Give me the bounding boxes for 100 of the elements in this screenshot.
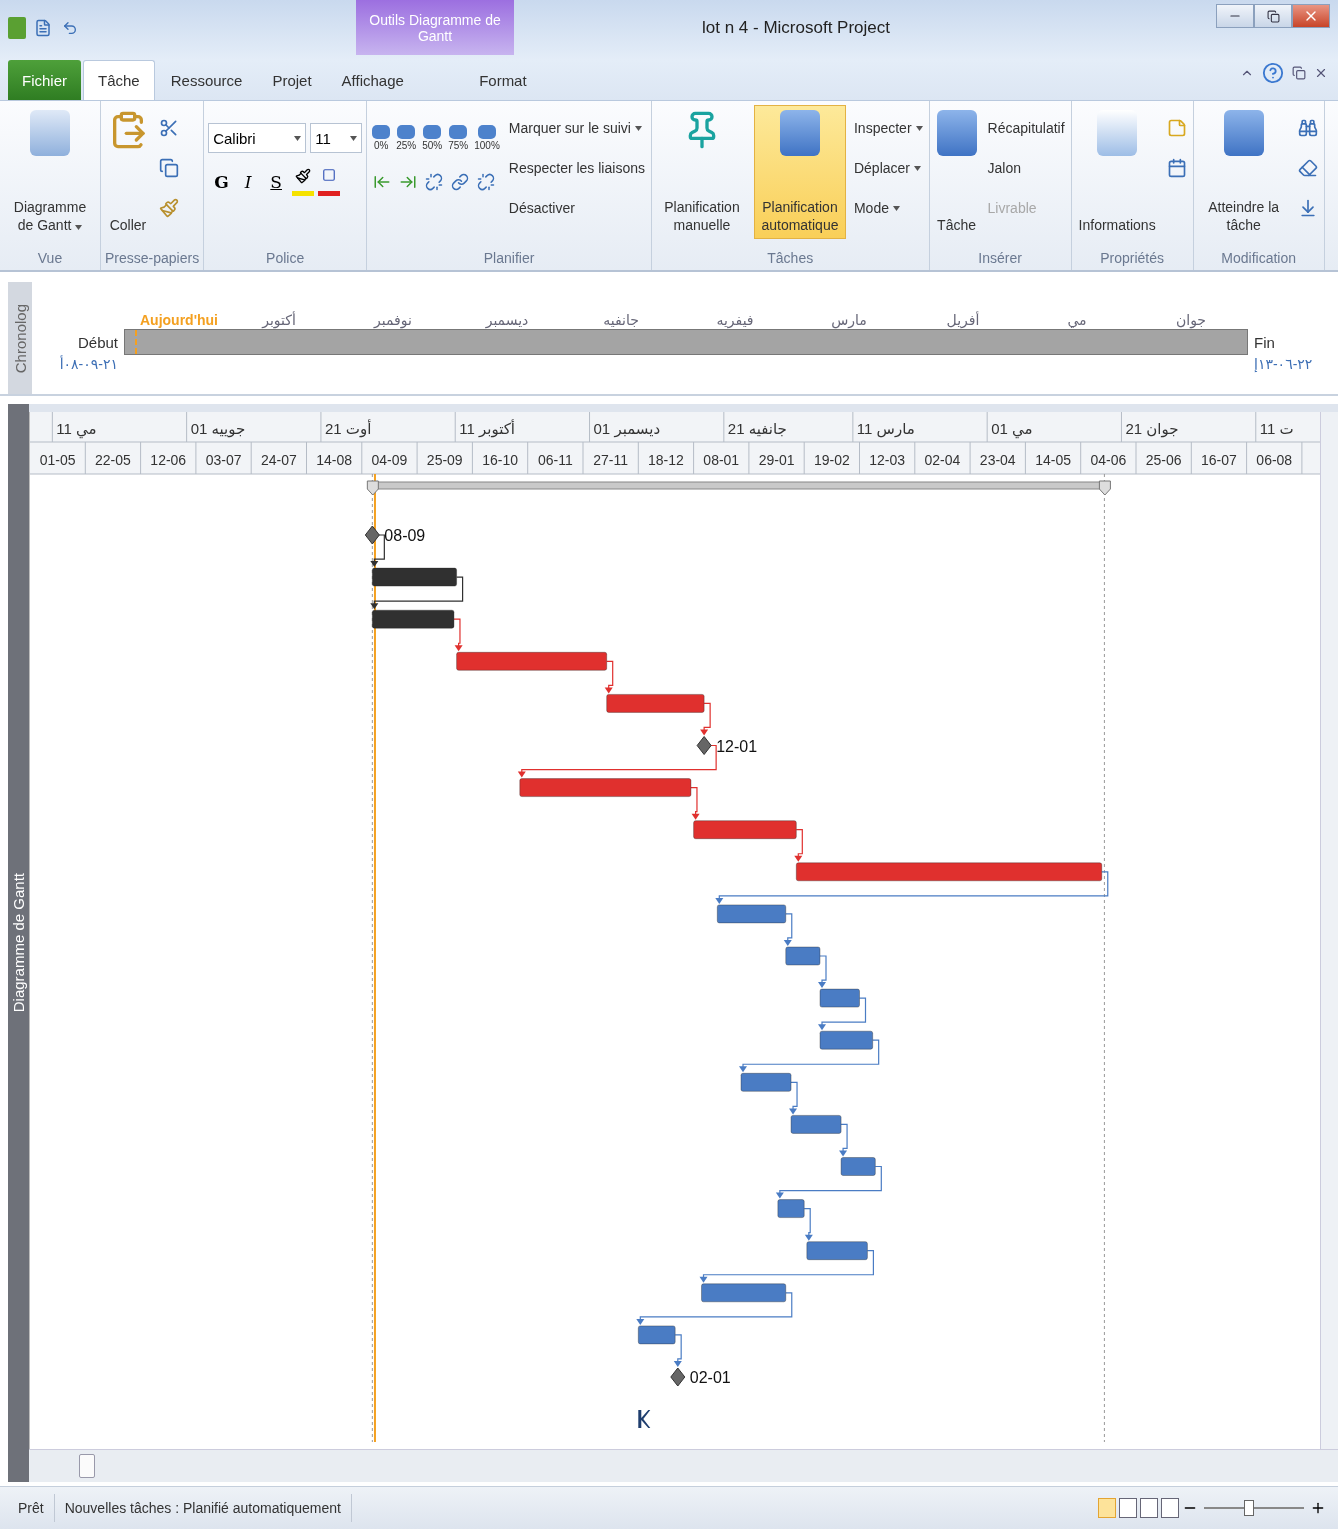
group-label: Presse-papiers xyxy=(105,249,200,269)
group-label: Police xyxy=(265,249,306,269)
timescale-label: 06-08 xyxy=(1256,452,1293,468)
group-label: Planifier xyxy=(482,249,536,269)
ribbon-tab[interactable]: Tâche xyxy=(83,60,155,100)
insert-action-button[interactable]: Jalon xyxy=(985,153,1067,183)
window-title: lot n 4 - Microsoft Project xyxy=(701,17,891,38)
link-arrow xyxy=(453,618,463,652)
paste-button[interactable]: Coller xyxy=(105,105,151,239)
task-action-button[interactable]: Inspecter xyxy=(851,113,925,143)
timeline-month: ديسمبر xyxy=(484,312,530,329)
link-arrow xyxy=(783,913,793,946)
timeline-month: أفريل xyxy=(945,312,981,329)
timeline-month: فيفريه xyxy=(715,312,755,329)
timescale-label: 14-08 xyxy=(316,452,353,468)
caret-icon xyxy=(75,224,83,230)
timeline-month: جوان xyxy=(1174,312,1208,329)
restore-button[interactable] xyxy=(1254,4,1292,28)
task-bar[interactable] xyxy=(371,609,455,629)
font-size-field[interactable]: 11 xyxy=(310,123,363,153)
task-action-button[interactable]: Déplacer xyxy=(851,153,925,183)
timescale-label: 27-11 xyxy=(593,452,629,468)
close-button[interactable] xyxy=(1292,4,1330,28)
caret-icon xyxy=(294,135,302,141)
resource-sheet-icon[interactable] xyxy=(1161,1498,1179,1519)
percent-complete-button[interactable]: 25% xyxy=(395,125,418,151)
timescale-label: 04-06 xyxy=(1090,452,1127,468)
schedule-action-button[interactable]: Marquer sur le suivi xyxy=(506,113,647,143)
link-arrow xyxy=(794,829,803,862)
link-arrow xyxy=(818,997,867,1031)
close-icon[interactable] xyxy=(1314,66,1328,80)
timescale-label: جانفيه 21 xyxy=(727,420,787,437)
today-label: Aujourd'hui xyxy=(139,312,219,329)
timeline-month: جانفيه xyxy=(602,312,640,329)
group-label: Vue xyxy=(36,249,64,269)
timescale-label: جوييه 01 xyxy=(190,420,246,437)
link-arrow xyxy=(803,1208,813,1241)
task-action-button[interactable]: Mode xyxy=(851,193,925,223)
timeline-month: مي xyxy=(1066,312,1088,329)
timescale-label: ت 11 xyxy=(1259,420,1294,437)
insert-task-button[interactable]: Tâche xyxy=(933,105,980,239)
timeline-side-label: Chronolog xyxy=(11,303,29,373)
restore-icon xyxy=(1266,9,1280,23)
task-bar[interactable] xyxy=(371,567,458,587)
percent-complete-button[interactable]: 100% xyxy=(473,125,501,151)
font-family-field[interactable]: Calibri xyxy=(208,123,307,153)
milestone-label: 02-01 xyxy=(689,1369,731,1386)
insert-action-button[interactable]: Récapitulatif xyxy=(985,113,1067,143)
timescale-label: 24-07 xyxy=(260,452,297,468)
timescale-label: مارس 11 xyxy=(856,420,915,437)
task-box-icon xyxy=(779,110,820,156)
timeline-month: نوفمبر xyxy=(372,312,413,329)
information-button[interactable]: Informations xyxy=(1075,105,1159,239)
milestone-diamond[interactable] xyxy=(364,525,380,545)
milestone-diamond[interactable] xyxy=(670,1367,686,1387)
gantt-view-button[interactable]: Diagramme de Gantt xyxy=(4,105,96,239)
horizontal-scrollbar[interactable] xyxy=(29,1449,1338,1483)
scheduling-mode-button[interactable]: Planification automatique xyxy=(753,105,846,239)
font-style-button[interactable]: S xyxy=(264,167,289,197)
link-arrow xyxy=(604,660,614,694)
schedule-action-button[interactable]: Respecter les liaisons xyxy=(506,153,647,183)
font-style-button[interactable]: G xyxy=(208,167,233,197)
timescale-label: 08-01 xyxy=(703,452,740,468)
milestone-diamond[interactable] xyxy=(696,736,712,755)
group-label: Insérer xyxy=(977,249,1023,269)
timescale-label: 12-06 xyxy=(150,452,187,468)
new-tasks-mode[interactable]: Nouvelles tâches : Planifié automatiquement xyxy=(54,1494,352,1523)
schedule-action-button[interactable]: Désactiver xyxy=(506,193,647,223)
font-style-button[interactable]: I xyxy=(236,167,261,197)
team-planner-icon[interactable] xyxy=(1140,1498,1158,1519)
timeline-start-label: Début xyxy=(76,333,119,351)
percent-complete-button[interactable]: 75% xyxy=(447,125,470,151)
timescale-label: جوان 21 xyxy=(1125,420,1179,437)
zoom-thumb[interactable] xyxy=(1244,1500,1254,1517)
scroll-to-task-button[interactable]: Atteindre la tâche xyxy=(1197,105,1290,239)
timescale-label: ديسمبر 01 xyxy=(593,420,661,437)
timescale-label: 02-04 xyxy=(924,452,961,468)
percent-complete-button[interactable]: 0% xyxy=(371,125,392,151)
timescale-label: 16-07 xyxy=(1201,452,1237,468)
timescale-label: مي 01 xyxy=(991,420,1033,437)
vertical-scrollbar[interactable] xyxy=(1320,412,1338,1450)
link-arrow xyxy=(673,1334,682,1367)
milestone-label: 08-09 xyxy=(384,527,426,544)
percent-complete-button[interactable]: 50% xyxy=(421,125,444,151)
ribbon-tab[interactable]: Projet xyxy=(258,60,326,100)
help-icon[interactable] xyxy=(1262,62,1284,84)
task-usage-icon[interactable] xyxy=(1119,1498,1137,1519)
task-box-icon xyxy=(1223,110,1264,156)
ribbon-tab[interactable]: Ressource xyxy=(156,60,257,100)
timeline-month: مارس xyxy=(830,312,868,329)
ribbon-tab[interactable]: Fichier xyxy=(8,60,81,100)
timescale-label: أكتوبر 11 xyxy=(459,420,515,437)
restore-icon[interactable] xyxy=(1292,66,1306,80)
context-tab-header: Outils Diagramme de Gantt xyxy=(356,0,514,55)
ribbon-tab[interactable]: Format xyxy=(423,60,582,100)
highlight-color-icon[interactable] xyxy=(292,168,315,196)
timescale-label: أوت 21 xyxy=(324,420,372,437)
timeline-finish-date: ٢٢-٠٦-١٣إ xyxy=(1253,356,1314,375)
scheduling-mode-button[interactable]: Planification manuelle xyxy=(655,105,748,239)
ribbon-tab[interactable]: Affichage xyxy=(327,60,418,100)
